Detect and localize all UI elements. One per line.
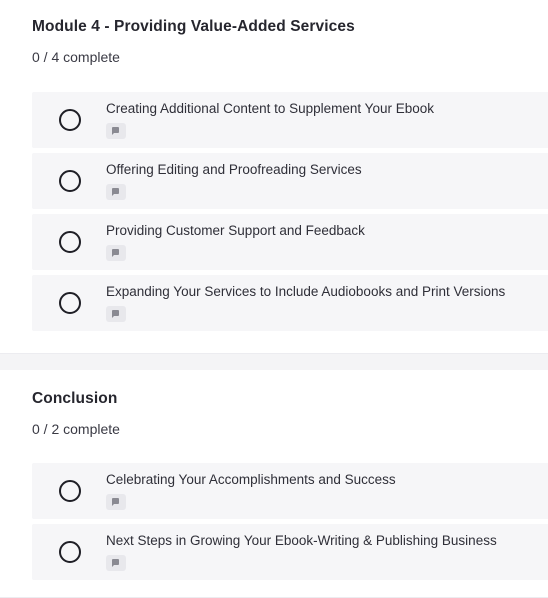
text-lesson-icon: [106, 306, 126, 322]
complete-checkbox[interactable]: [59, 541, 81, 563]
text-lesson-icon: [106, 245, 126, 261]
module-title: Module 4 - Providing Value-Added Service…: [32, 18, 355, 35]
lesson-item[interactable]: Offering Editing and Proofreading Servic…: [32, 153, 548, 209]
complete-checkbox[interactable]: [59, 170, 81, 192]
lesson-title[interactable]: Next Steps in Growing Your Ebook-Writing…: [106, 533, 497, 548]
lesson-item[interactable]: Celebrating Your Accomplishments and Suc…: [32, 463, 548, 519]
module-progress: 0 / 2 complete: [32, 421, 120, 437]
lesson-item[interactable]: Creating Additional Content to Supplemen…: [32, 92, 548, 148]
lesson-list: Celebrating Your Accomplishments and Suc…: [32, 463, 548, 580]
lesson-title[interactable]: Providing Customer Support and Feedback: [106, 223, 365, 238]
lesson-item[interactable]: Next Steps in Growing Your Ebook-Writing…: [32, 524, 548, 580]
lesson-list: Creating Additional Content to Supplemen…: [32, 92, 548, 331]
module-progress: 0 / 4 complete: [32, 49, 120, 65]
text-lesson-icon: [106, 184, 126, 200]
text-lesson-icon: [106, 123, 126, 139]
lesson-title[interactable]: Expanding Your Services to Include Audio…: [106, 284, 505, 299]
text-lesson-icon: [106, 555, 126, 571]
module-title: Conclusion: [32, 390, 118, 407]
module-card: Module 4 - Providing Value-Added Service…: [0, 0, 548, 354]
module-card: Conclusion 0 / 2 complete Celebrating Yo…: [0, 370, 548, 598]
lesson-item[interactable]: Expanding Your Services to Include Audio…: [32, 275, 548, 331]
complete-checkbox[interactable]: [59, 292, 81, 314]
complete-checkbox[interactable]: [59, 480, 81, 502]
lesson-title[interactable]: Offering Editing and Proofreading Servic…: [106, 162, 362, 177]
lesson-title[interactable]: Celebrating Your Accomplishments and Suc…: [106, 472, 396, 487]
text-lesson-icon: [106, 494, 126, 510]
lesson-title[interactable]: Creating Additional Content to Supplemen…: [106, 101, 434, 116]
lesson-item[interactable]: Providing Customer Support and Feedback: [32, 214, 548, 270]
complete-checkbox[interactable]: [59, 109, 81, 131]
complete-checkbox[interactable]: [59, 231, 81, 253]
